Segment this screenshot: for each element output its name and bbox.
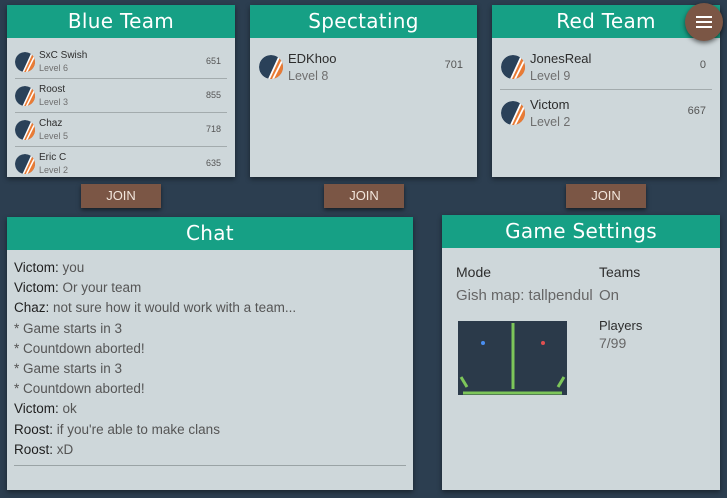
player-score: 855: [205, 90, 221, 100]
player-name: Eric C: [39, 152, 67, 163]
chat-text: * Game starts in 3: [14, 360, 123, 376]
player-row[interactable]: JonesReal Level 9 0: [500, 44, 712, 90]
blue-spawn-dot: [481, 341, 485, 345]
player-level: Level 2: [39, 165, 69, 175]
spectating-join-button[interactable]: JOIN: [324, 184, 404, 208]
player-name: JonesReal: [530, 51, 592, 66]
chat-input[interactable]: [14, 464, 406, 466]
chat-message: * Countdown aborted!: [14, 379, 406, 399]
chat-text: xD: [53, 441, 74, 457]
game-settings-title: Game Settings: [442, 215, 720, 248]
player-row[interactable]: Eric C Level 2 635: [15, 147, 227, 180]
spectating-title: Spectating: [250, 5, 477, 38]
chat-message: Victom: ok: [14, 399, 406, 419]
player-name: SxC Swish: [39, 50, 88, 61]
player-avatar-icon: [15, 120, 35, 140]
mode-label: Mode: [456, 264, 492, 280]
blue-team-join-button[interactable]: JOIN: [81, 184, 161, 208]
player-level: Level 9: [530, 69, 571, 83]
chat-message: * Game starts in 3: [14, 359, 406, 379]
player-row[interactable]: Roost Level 3 855: [15, 79, 227, 113]
chat-author: Roost:: [14, 421, 54, 437]
player-level: Level 3: [39, 97, 69, 107]
chat-message: * Game starts in 3: [14, 319, 406, 339]
chat-message: * Countdown aborted!: [14, 339, 406, 359]
player-avatar-icon: [15, 154, 35, 174]
chat-text: you: [58, 260, 85, 275]
chat-text: ok: [58, 401, 77, 417]
red-team-panel: Red Team JonesReal Level 9 0 Victom Level 26…: [492, 5, 720, 177]
chat-text: not sure how it would work with a team..…: [49, 300, 297, 316]
player-name: Roost: [39, 84, 66, 95]
blue-team-panel: Blue Team SxC Swish Level 6 651 Roost Level …: [7, 5, 235, 177]
player-avatar-icon: [501, 101, 525, 125]
red-spawn-dot: [541, 341, 545, 345]
player-avatar-icon: [15, 86, 35, 106]
player-score: 651: [205, 56, 221, 66]
player-name: EDKhoo: [288, 51, 337, 66]
teams-value: On: [599, 287, 620, 304]
player-name: Victom: [530, 97, 570, 112]
menu-button[interactable]: [685, 3, 723, 41]
map-preview: [458, 321, 567, 395]
chat-text: * Game starts in 3: [14, 320, 123, 336]
chat-text: * Countdown aborted!: [14, 381, 145, 397]
player-row[interactable]: Chaz Level 5 718: [15, 113, 227, 147]
map-preview-image: [458, 321, 567, 395]
chat-author: Roost:: [14, 441, 54, 457]
chat-author: Chaz:: [14, 300, 50, 316]
chat-message: Chaz: not sure how it would work with a …: [14, 298, 406, 318]
player-score: 701: [444, 59, 463, 71]
chat-panel: Chat Victom: you Victom: Or your team Chaz…: [7, 217, 413, 490]
chat-title: Chat: [7, 217, 413, 250]
player-row[interactable]: Victom Level 2 667: [500, 90, 712, 135]
player-avatar-icon: [15, 52, 35, 72]
player-level: Level 8: [288, 69, 329, 83]
red-team-join-button[interactable]: JOIN: [566, 184, 646, 208]
chat-message: Roost: xD: [14, 440, 406, 460]
blue-team-player-list: SxC Swish Level 6 651 Roost Level 3 855 Chaz Le…: [7, 38, 235, 180]
player-score: 718: [205, 124, 221, 134]
players-label: Players: [599, 318, 643, 333]
player-level: Level 6: [39, 63, 69, 73]
player-score: 0: [699, 59, 706, 71]
teams-label: Teams: [599, 264, 641, 280]
red-team-player-list: JonesReal Level 9 0 Victom Level 2 667: [492, 38, 720, 135]
player-avatar-icon: [259, 55, 283, 79]
player-level: Level 5: [39, 131, 69, 141]
chat-author: Victom:: [14, 401, 59, 417]
mode-value: Gish map: tallpendul: [456, 287, 593, 304]
player-score: 635: [205, 158, 221, 168]
chat-message: Victom: Or your team: [14, 278, 406, 298]
players-value: 7/99: [599, 335, 627, 351]
player-level: Level 2: [530, 115, 571, 129]
player-score: 667: [687, 105, 706, 117]
blue-team-title: Blue Team: [7, 5, 235, 38]
chat-message: Victom: you: [14, 258, 406, 278]
chat-text: if you're able to make clans: [53, 421, 220, 437]
chat-author: Victom:: [14, 280, 59, 296]
chat-message: Roost: if you're able to make clans: [14, 420, 406, 440]
spectating-panel: Spectating EDKhoo Level 8 701: [250, 5, 477, 177]
chat-text: * Countdown aborted!: [14, 340, 145, 356]
player-avatar-icon: [501, 55, 525, 79]
game-settings-panel: Game Settings Mode Gish map: tallpendul …: [442, 215, 720, 490]
player-row[interactable]: EDKhoo Level 8 701: [258, 44, 469, 89]
player-row[interactable]: SxC Swish Level 6 651: [15, 45, 227, 79]
chat-messages: Victom: you Victom: Or your team Chaz: not…: [7, 250, 413, 468]
chat-text: Or your team: [58, 280, 142, 296]
chat-author: Victom:: [14, 260, 59, 275]
player-name: Chaz: [39, 118, 63, 129]
spectating-player-list: EDKhoo Level 8 701: [250, 38, 477, 89]
